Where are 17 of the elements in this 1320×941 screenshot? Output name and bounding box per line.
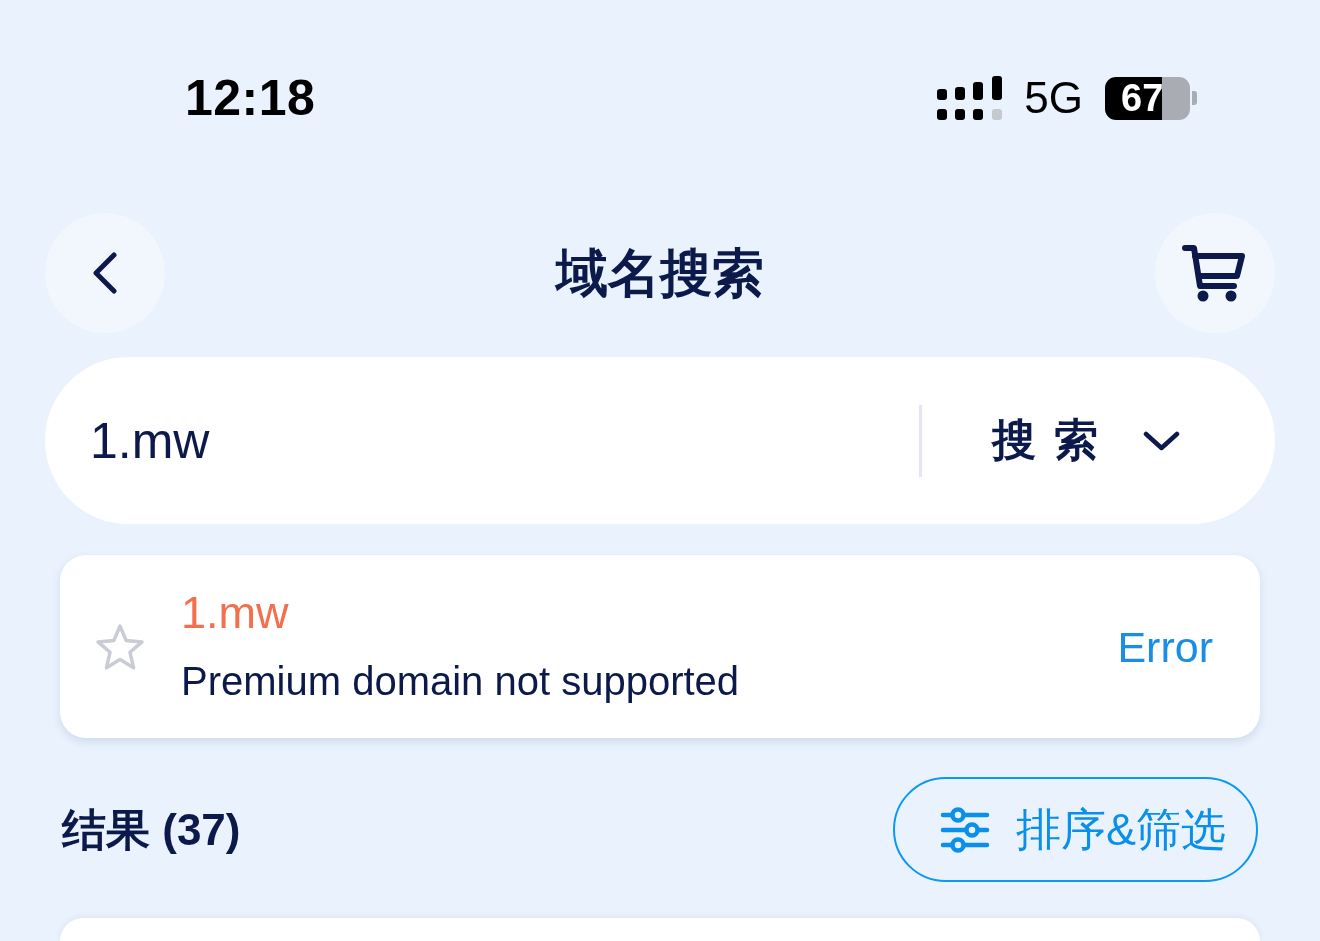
status-label: Error <box>1117 621 1213 673</box>
sliders-icon <box>940 806 990 853</box>
search-field[interactable]: 1.mw 搜索 <box>45 357 1275 524</box>
result-card[interactable]: 1.mw Premium domain not supported Error <box>60 555 1260 738</box>
chevron-down-icon <box>1143 430 1180 451</box>
cart-icon <box>1182 244 1246 302</box>
status-message: Premium domain not supported <box>181 657 740 705</box>
search-mode-dropdown[interactable]: 搜索 <box>922 400 1275 481</box>
results-count: 结果 (37) <box>62 803 241 856</box>
star-icon[interactable] <box>95 622 145 671</box>
page-title: 域名搜索 <box>556 243 764 303</box>
status-time: 12:18 <box>185 70 316 126</box>
network-type: 5G <box>1024 73 1083 123</box>
domain-name: 1.mw <box>181 585 290 640</box>
battery-percentage: 67 <box>1121 78 1164 118</box>
chevron-left-icon <box>92 252 118 294</box>
signal-icon <box>937 75 1003 121</box>
